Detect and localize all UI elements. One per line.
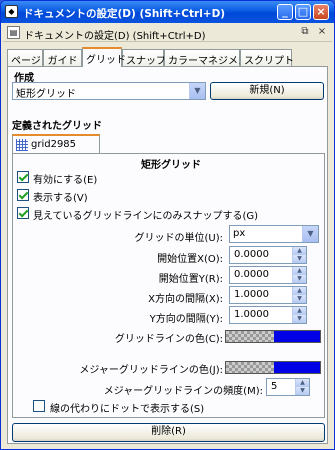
tab-page[interactable]: ページ [7, 49, 43, 67]
spin-down-icon[interactable]: ▼ [292, 275, 306, 283]
major-color-label: メジャーグリッドラインの色(J): [79, 365, 223, 376]
inkscape-document-icon: ◆ [5, 5, 18, 18]
tab-scripting[interactable]: スクリプト [240, 49, 294, 67]
tab-snap[interactable]: スナップ [122, 49, 166, 67]
origin-y-label: 開始位置Y(R): [158, 274, 223, 285]
line-color-button[interactable] [225, 330, 321, 343]
close-button[interactable]: × [313, 4, 329, 20]
tab-grids[interactable]: グリッド [82, 47, 126, 67]
dock-close-icon[interactable]: × [315, 26, 329, 39]
spin-up-icon[interactable]: ▲ [292, 287, 306, 295]
major-color-swatch [274, 362, 320, 373]
checker-swatch [226, 362, 274, 373]
new-grid-button[interactable]: 新規(N) [210, 82, 324, 100]
grid-icon [16, 139, 28, 151]
spin-up-icon[interactable]: ▲ [292, 307, 306, 315]
origin-y-value: 0.0000 [234, 269, 269, 280]
unit-select[interactable]: px ▼ [229, 225, 319, 243]
document-properties-window: ◆ ドキュメントの設定(D) (Shift+Ctrl+D) _ □ × ▤ ドキ… [0, 0, 335, 450]
unit-value: px [233, 228, 246, 239]
spacing-y-label: Y方向の間隔(Y): [149, 314, 223, 325]
spacing-x-spinbox[interactable]: 1.0000 ▲ ▼ [229, 286, 307, 304]
maximize-button[interactable]: □ [295, 4, 311, 20]
document-properties-icon: ▤ [7, 26, 20, 39]
enabled-label: 有効にする(E) [33, 175, 98, 186]
dock-title: ドキュメントの設定(D) (Shift+Ctrl+D) [24, 31, 206, 42]
dock-title-bar[interactable]: ▤ ドキュメントの設定(D) (Shift+Ctrl+D) ⧉ × [3, 24, 332, 42]
minimize-button[interactable]: _ [277, 4, 293, 20]
delete-grid-button[interactable]: 削除(R) [12, 423, 325, 442]
spacing-x-label: X方向の間隔(X): [148, 294, 223, 305]
grid-settings-panel: 矩形グリッド 有効にする(E) 表示する(V) 見えているグリッドラインにのみス… [12, 153, 325, 418]
major-every-spinbox[interactable]: 5 ▲ ▼ [266, 378, 310, 396]
spacing-y-value: 1.0000 [234, 309, 269, 320]
dock-iconify-icon[interactable]: ⧉ [298, 26, 312, 39]
snap-visible-label: 見えているグリッドラインにのみスナップする(G) [33, 211, 259, 222]
spacing-x-value: 1.0000 [234, 289, 269, 300]
visible-checkbox[interactable] [17, 189, 29, 201]
origin-y-spinbox[interactable]: 0.0000 ▲ ▼ [229, 266, 307, 284]
major-every-value: 5 [271, 381, 278, 392]
line-color-label: グリッドラインの色(C): [114, 334, 223, 345]
grid-heading: 矩形グリッド [141, 160, 201, 171]
spacing-y-spinbox[interactable]: 1.0000 ▲ ▼ [229, 306, 307, 324]
origin-x-value: 0.0000 [234, 249, 269, 260]
dots-checkbox[interactable] [33, 400, 45, 412]
grid-type-value: 矩形グリッド [16, 89, 76, 100]
line-color-swatch [274, 331, 320, 342]
spin-up-icon[interactable]: ▲ [295, 379, 309, 387]
unit-label: グリッドの単位(U): [134, 233, 224, 244]
tab-grid2985[interactable]: grid2985 [12, 134, 100, 153]
defined-grids-title: 定義されたグリッド [12, 121, 102, 132]
grids-panel: 作成 矩形グリッド ▼ 新規(N) 定義されたグリッド grid2985 矩形グ… [7, 66, 328, 444]
spin-down-icon[interactable]: ▼ [292, 315, 306, 323]
chevron-down-icon: ▼ [189, 83, 205, 99]
checker-swatch [226, 331, 274, 342]
grid-tab-label: grid2985 [31, 139, 77, 150]
snap-visible-checkbox[interactable] [17, 207, 29, 219]
chevron-down-icon: ▼ [302, 226, 318, 242]
visible-label: 表示する(V) [33, 193, 88, 204]
major-color-button[interactable] [225, 361, 321, 374]
spin-down-icon[interactable]: ▼ [292, 295, 306, 303]
tab-color-management[interactable]: カラーマネジメント [164, 49, 258, 67]
window-title: ドキュメントの設定(D) (Shift+Ctrl+D) [23, 8, 226, 20]
tab-guides[interactable]: ガイド [43, 49, 82, 67]
spin-down-icon[interactable]: ▼ [295, 387, 309, 395]
origin-x-label: 開始位置X(O): [157, 254, 223, 265]
title-bar[interactable]: ◆ ドキュメントの設定(D) (Shift+Ctrl+D) _ □ × [1, 1, 334, 23]
spin-down-icon[interactable]: ▼ [292, 255, 306, 263]
spin-up-icon[interactable]: ▲ [292, 247, 306, 255]
dots-label: 線の代わりにドットで表示する(S) [50, 404, 205, 415]
spin-up-icon[interactable]: ▲ [292, 267, 306, 275]
major-every-label: メジャーグリッドラインの頻度(M): [103, 386, 263, 397]
grid-type-select[interactable]: 矩形グリッド ▼ [12, 82, 206, 100]
origin-x-spinbox[interactable]: 0.0000 ▲ ▼ [229, 246, 307, 264]
enabled-checkbox[interactable] [17, 171, 29, 183]
